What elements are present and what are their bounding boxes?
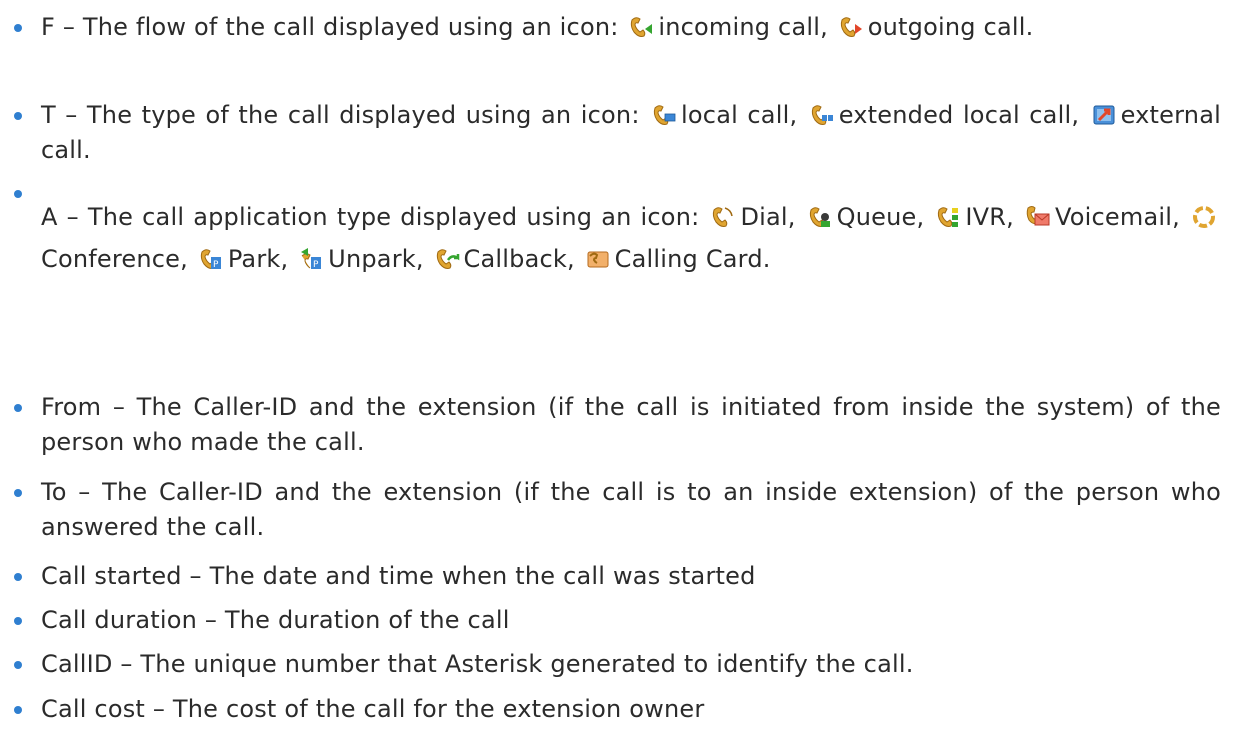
external-call-icon [1091,102,1117,128]
bullet [14,661,22,669]
voicemail-icon [1025,204,1051,230]
item-type-local-label: local call, [681,101,798,129]
bullet [14,190,22,198]
item-flow-outgoing-label: outgoing [867,13,976,41]
svg-text:P: P [213,260,219,270]
app-park-label: Park, [227,245,289,273]
bullet [14,24,22,32]
bullet [14,489,22,497]
svg-text:P: P [313,260,319,270]
bullet [14,112,22,120]
item-text: From – The Caller-ID and the extension (… [41,393,1221,456]
app-unpark-label: Unpark, [328,245,424,273]
item-app-suffix: Card. [705,245,771,273]
app-conference-label: Conference, [41,245,188,273]
bullet [14,573,22,581]
queue-icon [807,204,833,230]
local-call-icon [651,102,677,128]
calling-card-icon [585,246,611,272]
item-flow-suffix: call. [983,13,1034,41]
extended-local-call-icon [809,102,835,128]
item-flow-incoming-label: incoming call, [658,13,828,41]
ivr-icon [935,204,961,230]
item-text: Call duration – The duration of the call [41,606,510,634]
dial-icon [710,204,736,230]
app-voicemail-label: Voicemail, [1055,203,1180,231]
callback-icon [434,246,460,272]
item-text: To – The Caller-ID and the extension (if… [41,478,1221,541]
item-app-prefix: A – The call application type displayed … [41,203,700,231]
app-queue-label: Queue, [836,203,925,231]
bullet [14,404,22,412]
app-ivr-label: IVR, [965,203,1014,231]
app-callback-label: Callback, [463,245,575,273]
document-page: F – The flow of the call displayed using… [0,0,1254,742]
item-type-line2-prefix: local call, [962,101,1080,129]
park-icon: P [198,246,224,272]
conference-icon [1191,204,1217,230]
item-type-prefix: T – The type of the call displayed using… [41,101,640,129]
app-dial-label: Dial, [740,203,796,231]
item-flow-prefix: F – The flow of the call displayed using… [41,13,619,41]
item-text: Call cost – The cost of the call for the… [41,695,705,723]
item-text: CallID – The unique number that Asterisk… [41,650,914,678]
unpark-icon: P [298,246,324,272]
incoming-call-icon [628,14,654,40]
app-calling-card-label: Calling [614,245,698,273]
bullet [14,617,22,625]
item-type-extended-label: extended [838,101,954,129]
item-text: Call started – The date and time when th… [41,562,756,590]
outgoing-call-icon [838,14,864,40]
bullet [14,706,22,714]
